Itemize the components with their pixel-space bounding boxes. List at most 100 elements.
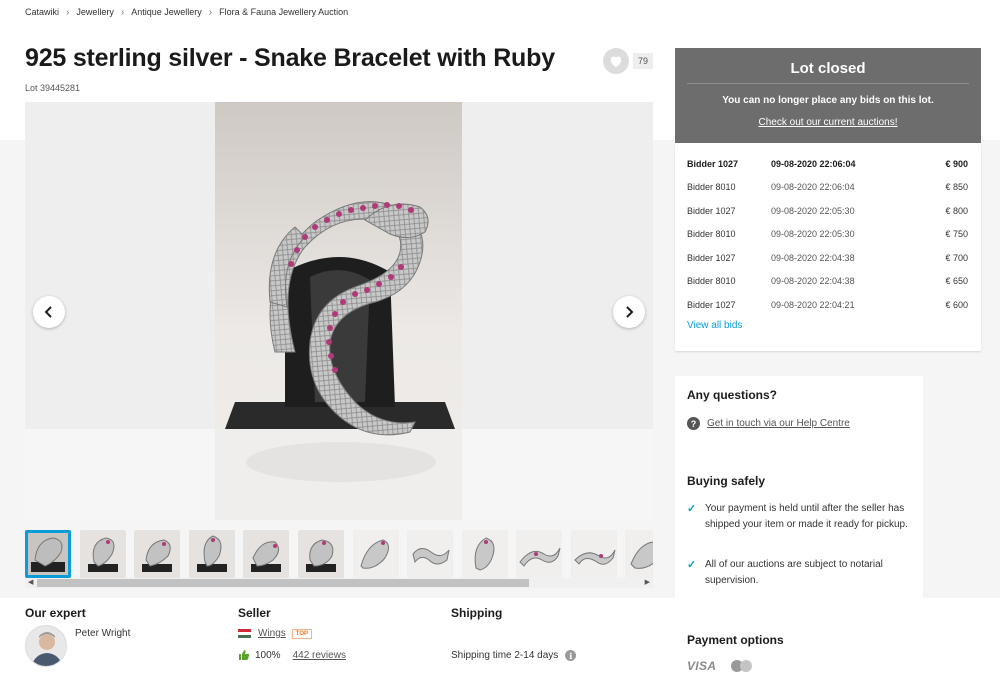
avatar[interactable] [25, 625, 67, 667]
shipping-heading: Shipping [451, 606, 503, 620]
thumbnail-8[interactable] [407, 530, 453, 578]
breadcrumb-auction[interactable]: Flora & Fauna Jewellery Auction [219, 7, 348, 17]
bid-date: 09-08-2020 22:05:30 [771, 229, 855, 239]
seller-heading: Seller [238, 606, 271, 620]
scroll-left-icon[interactable]: ◀ [28, 578, 33, 588]
thumbnail-5[interactable] [243, 530, 289, 578]
bid-amount: € 900 [945, 159, 968, 169]
bid-date: 09-08-2020 22:06:04 [771, 182, 855, 192]
bid-row: Bidder 1027 09-08-2020 22:04:38 € 700 [687, 253, 968, 269]
thumbs-up-icon [239, 650, 250, 660]
checkmark-icon: ✓ [687, 559, 697, 571]
info-icon[interactable]: i [565, 650, 577, 661]
info-card: Any questions? ? Get in touch via our He… [675, 376, 923, 598]
thumbnail-4[interactable] [189, 530, 235, 578]
bid-amount: € 800 [945, 206, 968, 216]
gallery-prev-button[interactable] [33, 296, 65, 328]
bid-date: 09-08-2020 22:05:30 [771, 206, 855, 216]
heart-icon [610, 56, 622, 67]
bidder-name: Bidder 1027 [687, 159, 739, 169]
bid-date: 09-08-2020 22:04:38 [771, 253, 855, 263]
thumbnail-12[interactable] [625, 530, 653, 578]
bid-date: 09-08-2020 22:04:38 [771, 276, 855, 286]
breadcrumb: Catawiki › Jewellery › Antique Jewellery… [25, 6, 348, 18]
thumbnail-scrollbar[interactable]: ◀ ▶ [25, 578, 653, 588]
lot-closed-message: You can no longer place any bids on this… [722, 95, 934, 106]
checkmark-icon: ✓ [687, 503, 697, 515]
questions-heading: Any questions? [687, 388, 778, 402]
help-centre-row: ? Get in touch via our Help Centre [687, 417, 850, 430]
top-seller-badge: TOP [291, 628, 313, 639]
bid-history: Bidder 1027 09-08-2020 22:06:04 € 900 Bi… [675, 143, 981, 351]
current-auctions-link[interactable]: Check out our current auctions! [759, 117, 898, 128]
expert-name: Peter Wright [75, 628, 131, 639]
bid-row: Bidder 8010 09-08-2020 22:06:04 € 850 [687, 182, 968, 198]
thumbnail-11[interactable] [571, 530, 617, 578]
thumbnail-1[interactable] [25, 530, 71, 578]
gallery-next-button[interactable] [613, 296, 645, 328]
image-gallery [25, 102, 653, 520]
bidder-name: Bidder 8010 [687, 276, 736, 286]
breadcrumb-jewellery[interactable]: Jewellery [76, 7, 114, 17]
bid-amount: € 650 [945, 276, 968, 286]
scrollbar-thumb[interactable] [37, 579, 529, 587]
bid-amount: € 750 [945, 229, 968, 239]
shipping-time-text: Shipping time 2-14 days [451, 650, 559, 661]
seller-rating-row: 100% 442 reviews [238, 649, 346, 661]
chevron-right-icon: › [66, 6, 70, 18]
seller-reviews-link[interactable]: 442 reviews [293, 650, 346, 661]
mastercard-icon [731, 660, 752, 672]
thumbnail-strip [25, 530, 653, 578]
thumbnail-7[interactable] [353, 530, 399, 578]
question-icon: ? [687, 417, 700, 430]
chevron-left-icon [44, 306, 52, 318]
chevron-right-icon: › [120, 6, 125, 18]
bid-row: Bidder 1027 09-08-2020 22:06:04 € 900 [687, 159, 968, 175]
safety-item-text: Your payment is held until after the sel… [705, 503, 908, 530]
divider [687, 83, 969, 84]
safety-item: ✓ All of our auctions are subject to not… [687, 557, 917, 589]
safety-item: ✓ Your payment is held until after the s… [687, 501, 917, 533]
breadcrumb-antique-jewellery[interactable]: Antique Jewellery [131, 7, 202, 17]
chevron-right-icon: › [208, 6, 213, 18]
thumbnail-2[interactable] [80, 530, 126, 578]
seller-row: Wings TOP [238, 628, 313, 639]
bid-row: Bidder 8010 09-08-2020 22:05:30 € 750 [687, 229, 968, 245]
bidder-name: Bidder 8010 [687, 229, 736, 239]
thumbnail-6[interactable] [298, 530, 344, 578]
view-all-bids-link[interactable]: View all bids [687, 320, 742, 331]
bid-date: 09-08-2020 22:06:04 [771, 159, 856, 169]
chevron-right-icon [626, 306, 634, 318]
bidder-name: Bidder 1027 [687, 253, 736, 263]
lot-closed-panel: Lot closed You can no longer place any b… [675, 48, 981, 143]
bidder-name: Bidder 8010 [687, 182, 736, 192]
bid-date: 09-08-2020 22:04:21 [771, 300, 855, 310]
bid-amount: € 850 [945, 182, 968, 192]
visa-icon: VISA [687, 659, 717, 673]
bid-amount: € 600 [945, 300, 968, 310]
buying-safely-heading: Buying safely [687, 474, 766, 488]
bidder-name: Bidder 1027 [687, 206, 736, 216]
hungary-flag-icon [238, 629, 251, 638]
thumbnail-9[interactable] [462, 530, 508, 578]
favourite-button[interactable] [603, 48, 629, 74]
help-centre-link[interactable]: Get in touch via our Help Centre [707, 418, 850, 429]
seller-name-link[interactable]: Wings [258, 628, 286, 639]
lot-number: Lot 39445281 [25, 83, 81, 93]
favourite-count: 79 [633, 53, 653, 69]
shipping-time: Shipping time 2-14 days i [451, 650, 577, 661]
safety-item-text: All of our auctions are subject to notar… [705, 559, 883, 586]
bid-row: Bidder 1027 09-08-2020 22:04:21 € 600 [687, 300, 968, 316]
scroll-right-icon[interactable]: ▶ [645, 578, 650, 588]
thumbnail-3[interactable] [134, 530, 180, 578]
bid-row: Bidder 8010 09-08-2020 22:04:38 € 650 [687, 276, 968, 292]
payment-options-heading: Payment options [687, 633, 784, 647]
expert-heading: Our expert [25, 606, 86, 620]
bidder-name: Bidder 1027 [687, 300, 736, 310]
main-product-image[interactable] [215, 102, 462, 520]
breadcrumb-catawiki[interactable]: Catawiki [25, 7, 59, 17]
bid-amount: € 700 [945, 253, 968, 263]
seller-rating: 100% [255, 649, 281, 661]
thumbnail-10[interactable] [516, 530, 562, 578]
bid-row: Bidder 1027 09-08-2020 22:05:30 € 800 [687, 206, 968, 222]
